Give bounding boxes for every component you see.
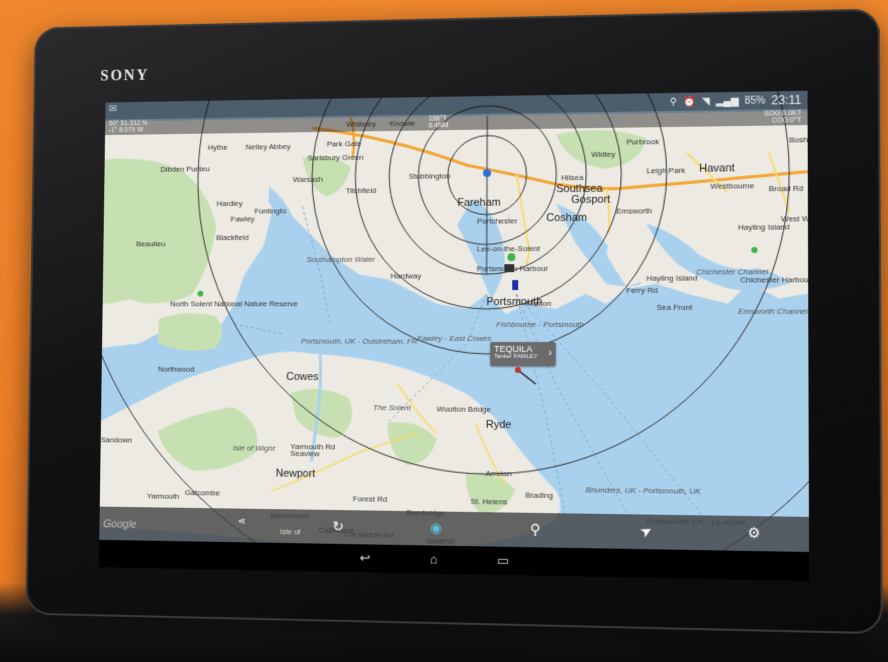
speed-readout: SOG:0.0KT COG:0°T [764, 110, 801, 125]
map-label: Brading [525, 491, 553, 500]
location-icon: ⚲ [670, 96, 677, 107]
map-label: Warsash [293, 175, 323, 184]
map-label: Yarmouth Rd [290, 442, 335, 451]
compass-icon[interactable]: ◉ [426, 519, 446, 536]
wifi-icon: ◥ [702, 96, 710, 107]
navigate-icon[interactable]: ➤ [633, 519, 659, 544]
map-label: Portsmouth, UK - Ouistreham, FR [301, 337, 418, 346]
map-label: Beaulieu [136, 239, 165, 248]
map-label: Chichester Harbour [740, 275, 809, 284]
map-label: Leigh Park [647, 166, 686, 175]
vessel-detail: Tanker FAWLEY [494, 354, 552, 360]
map-label: Stubbington [409, 172, 451, 181]
recents-button[interactable]: ▭ [493, 553, 513, 570]
isle-label: Isle of [280, 527, 301, 536]
map-label: Northwood [158, 365, 195, 374]
distance: 6.4NM [428, 122, 448, 129]
map-label: West Wittering [781, 214, 809, 224]
map-label: Fareham [457, 197, 500, 209]
map-label: Purbrook [626, 137, 659, 146]
battery-label: 85% [745, 95, 766, 106]
tablet-frame: SONY Whiteley Knowle Park Gate Netley Ab… [25, 9, 882, 635]
map-label: Isle of Wight [233, 444, 275, 453]
map-label: Bhunders, UK - Portsmouth, UK [586, 485, 701, 496]
clock: 23:11 [771, 93, 801, 108]
map-label: Sea Front [657, 303, 693, 312]
map-label: Chichester Channel [696, 267, 768, 276]
map-label: Portsmouth Harbour [477, 264, 548, 273]
vessel-info-popup[interactable]: TEQUILA Tanker FAWLEY › [490, 342, 556, 366]
map-label: Broad Rd [769, 184, 804, 193]
map-label: Newport [276, 468, 316, 480]
map-label: Hardway [390, 271, 421, 280]
map-label: Sandown [101, 435, 132, 444]
map-label: The Solent [373, 403, 411, 412]
map-label: Hardley [217, 199, 243, 208]
map-label: Southampton Water [306, 255, 375, 264]
map-label: Park Gate [327, 139, 362, 148]
map-label: Widley [591, 150, 615, 159]
map-label: Arreton [486, 469, 512, 478]
map-label: Dibden Purlieu [160, 165, 209, 174]
map-label: Hythe [208, 143, 228, 152]
map-label: Fratton [526, 299, 551, 308]
share-icon[interactable]: ⋖ [232, 516, 251, 527]
bearing-readout: 158°T 6.4NM [428, 115, 448, 129]
mail-icon: ✉ [109, 104, 117, 115]
longitude: -1° 8.079 W [109, 127, 147, 134]
home-button[interactable]: ⌂ [424, 551, 444, 566]
map-label: North Solent National Nature Reserve [170, 299, 298, 308]
alarm-icon: ⏰ [683, 96, 696, 107]
settings-icon[interactable]: ⚙ [744, 524, 765, 542]
map-label: Sarisbury Green [307, 153, 363, 162]
vessel-name: TEQUILA [494, 344, 552, 354]
map-label: Gosport [571, 194, 610, 206]
map-label: Ryde [486, 419, 512, 431]
map-label: Fishbourne - Portsmouth [496, 320, 584, 329]
map-label: Forest Rd [353, 494, 387, 503]
brand-logo: SONY [100, 67, 149, 85]
back-button[interactable]: ↩ [355, 550, 375, 566]
map-label: Netley Abbey [246, 142, 291, 151]
map-label: Blackfield [216, 233, 249, 242]
search-icon[interactable]: ⚲ [525, 521, 545, 538]
map-label: Funtingto [254, 206, 286, 215]
cog: COG:0°T [764, 117, 801, 125]
map-label: Lee-on-the-Solent [477, 244, 540, 253]
map-label: St. Helens [471, 497, 508, 507]
map-label: Titchfield [346, 186, 377, 195]
map-label: Yarmouth [147, 492, 179, 501]
map-label: Ferry Rd [626, 286, 657, 295]
map-label: Havant [699, 162, 735, 174]
map-label: Gatcombe [185, 488, 220, 497]
map-label: Westbourne [710, 181, 754, 191]
refresh-icon[interactable]: ↻ [328, 518, 348, 535]
map-label: Cowes [286, 371, 318, 383]
map-label: Cosham [546, 212, 587, 224]
position-readout: 50° 51.312 N -1° 8.079 W [109, 120, 147, 134]
map-label: Southsea [556, 183, 602, 195]
map-label: Portchester [477, 216, 517, 225]
chevron-right-icon: › [548, 348, 551, 359]
map-label: Wootton Bridge [437, 405, 491, 414]
map-screen[interactable]: Whiteley Knowle Park Gate Netley Abbey Hythe… [99, 91, 809, 581]
map-label: Bosha [789, 135, 809, 144]
map-label: Fawley [231, 215, 255, 224]
map-label: Emsworth [616, 206, 652, 215]
google-logo: Google [103, 518, 137, 530]
map-label: Hilsea [561, 173, 583, 182]
map-label: Hayling Island [646, 274, 697, 283]
map-label: Fawley - East Cowes [417, 334, 491, 343]
map-label: Hayling Island [738, 222, 790, 231]
map-label: Emsworth Channel [738, 307, 808, 316]
signal-icon: ▂▄▆ [716, 95, 739, 106]
